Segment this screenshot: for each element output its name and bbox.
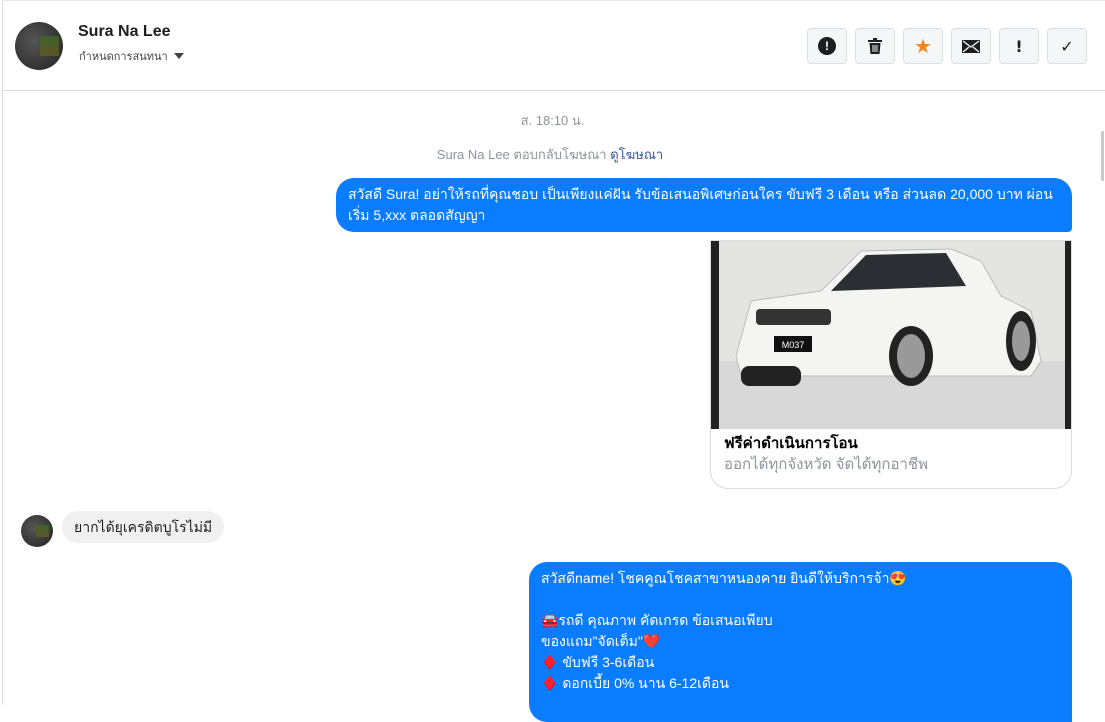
ad-reply-text: Sura Na Lee ตอบกลับโฆษณา: [436, 147, 607, 162]
important-button[interactable]: !: [999, 28, 1039, 64]
incoming-message: ยากได้ยุเครดิตบูโรไม่มี: [62, 511, 225, 543]
spam-icon: !: [818, 37, 836, 55]
outgoing-message: สวัสดีname! โชคคูณโชคสาขาหนองคาย ยินดีให…: [529, 562, 1072, 722]
star-icon: ★: [914, 34, 932, 58]
avatar[interactable]: [15, 22, 63, 70]
important-icon: !: [1015, 36, 1023, 56]
conversation-header: Sura Na Lee กำหนดการสนทนา ! ★ ! ✓: [3, 1, 1105, 91]
star-button[interactable]: ★: [903, 28, 943, 64]
ad-card-subtitle: ออกได้ทุกจังหวัด จัดได้ทุกอาชีพ: [724, 456, 928, 473]
car-image: M037: [711, 241, 1071, 429]
view-ad-link[interactable]: ดูโฆษณา: [610, 147, 663, 162]
scrollbar[interactable]: [1097, 91, 1105, 705]
ad-card[interactable]: M037 ฟรีค่าดำเนินการโอน ออกได้ทุกจังหวัด…: [710, 240, 1072, 489]
conversation-settings-label: กำหนดการสนทนา: [79, 50, 168, 63]
check-icon: ✓: [1060, 36, 1074, 56]
ad-reply-note: Sura Na Lee ตอบกลับโฆษณา ดูโฆษณา: [0, 144, 1100, 165]
mark-unread-button[interactable]: [951, 28, 991, 64]
envelope-icon: [962, 39, 980, 53]
done-button[interactable]: ✓: [1047, 28, 1087, 64]
outgoing-message: สวัสดี Sura! อย่าให้รถที่คุณชอบ เป็นเพีย…: [336, 178, 1072, 232]
license-plate: M037: [782, 340, 805, 350]
spam-button[interactable]: !: [807, 28, 847, 64]
caret-down-icon: [173, 53, 184, 59]
toolbar: ! ★ ! ✓: [807, 28, 1087, 64]
contact-name[interactable]: Sura Na Lee: [78, 23, 170, 41]
conversation-settings-dropdown[interactable]: กำหนดการสนทนา: [79, 47, 184, 65]
timestamp: ส. 18:10 น.: [520, 113, 585, 128]
delete-button[interactable]: [855, 28, 895, 64]
trash-icon: [868, 38, 882, 54]
sender-avatar: [21, 515, 53, 547]
